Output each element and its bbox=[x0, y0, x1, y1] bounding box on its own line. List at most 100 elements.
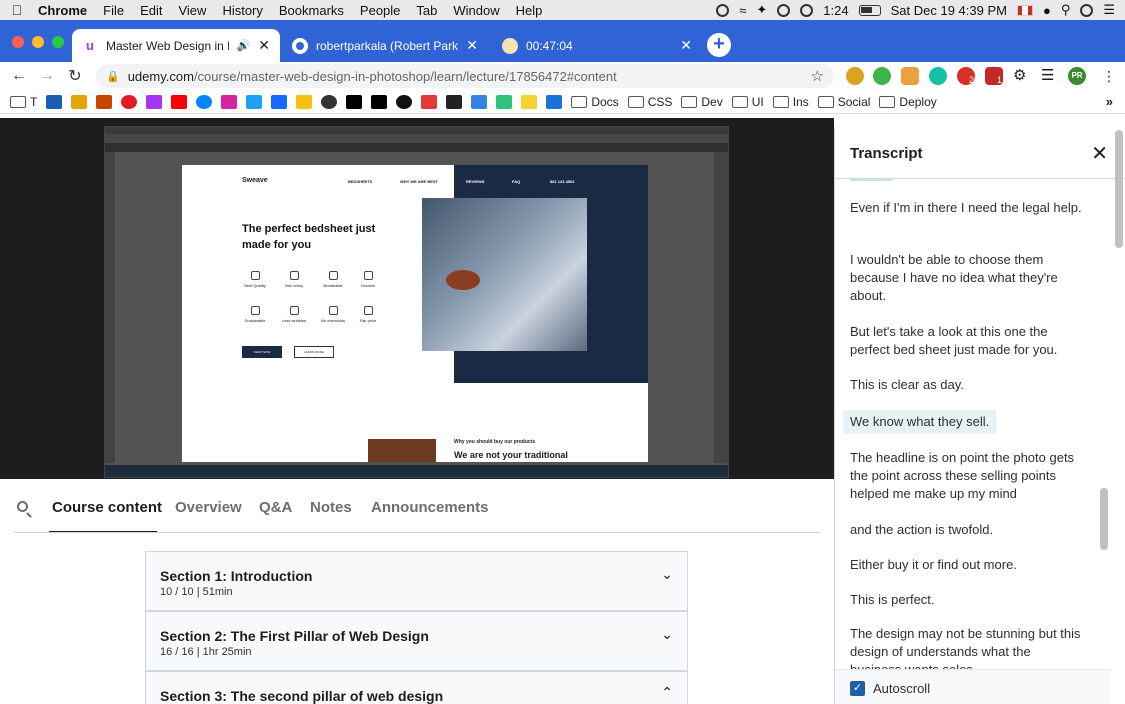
bookmark-folder-docs[interactable]: Docs bbox=[571, 95, 619, 109]
section-accordion[interactable]: Section 3: The second pillar of web desi… bbox=[145, 671, 688, 704]
transcript-cue[interactable]: Even if I'm in there I need the legal he… bbox=[843, 196, 1091, 220]
bookmark-folder-css[interactable]: CSS bbox=[627, 95, 672, 109]
input-source-flag-icon[interactable] bbox=[1016, 4, 1033, 16]
bookmark-icon-15[interactable] bbox=[396, 94, 413, 109]
bookmark-icon-10[interactable] bbox=[271, 94, 288, 109]
bookmark-icon-14[interactable] bbox=[371, 94, 388, 109]
bookmark-folder-ui[interactable]: UI bbox=[731, 95, 764, 109]
bookmark-icon-7[interactable] bbox=[196, 94, 213, 109]
bookmark-folder-deploy[interactable]: Deploy bbox=[879, 95, 937, 109]
lock-icon[interactable]: 🔒 bbox=[106, 70, 120, 83]
notification-center-icon[interactable]: ☰ bbox=[1103, 2, 1115, 18]
bookmark-icon-21[interactable] bbox=[546, 94, 563, 109]
bookmark-icon-1[interactable] bbox=[46, 94, 63, 109]
creative-cloud-icon[interactable] bbox=[716, 3, 730, 17]
menubar-clock[interactable]: Sat Dec 19 4:39 PM bbox=[891, 3, 1007, 18]
bookmark-icon-19[interactable] bbox=[496, 94, 513, 109]
bookmark-icon-18[interactable] bbox=[471, 94, 488, 109]
reading-list-icon[interactable]: ☰ bbox=[1041, 67, 1059, 85]
menu-app-name[interactable]: Chrome bbox=[34, 3, 95, 18]
timer-icon[interactable] bbox=[800, 3, 814, 17]
tab-audio-icon[interactable]: 🔊 bbox=[237, 39, 251, 52]
transcript-cue[interactable]: Either buy it or find out more. bbox=[843, 553, 1091, 577]
bluetooth-icon[interactable]: ✦ bbox=[756, 2, 767, 18]
new-tab-button[interactable]: + bbox=[707, 33, 731, 57]
close-tab-icon[interactable]: ✕ bbox=[680, 37, 692, 54]
bookmark-icon-12[interactable] bbox=[321, 94, 338, 109]
extension-color-icon[interactable] bbox=[873, 67, 891, 85]
transcript-cue[interactable]: This is clear as day. bbox=[843, 373, 1091, 397]
section-accordion[interactable]: Section 2: The First Pillar of Web Desig… bbox=[145, 611, 688, 671]
transcript-scrollbar[interactable] bbox=[1100, 488, 1108, 550]
menu-window[interactable]: Window bbox=[445, 3, 507, 18]
extension-eyedropper-icon[interactable] bbox=[901, 67, 919, 85]
tab-qa[interactable]: Q&A bbox=[259, 499, 292, 516]
tab-github[interactable]: robertparkala (Robert Parkala) ✕ bbox=[282, 29, 488, 62]
menu-people[interactable]: People bbox=[352, 3, 408, 18]
minimize-window-button[interactable] bbox=[32, 36, 44, 48]
menu-file[interactable]: File bbox=[95, 3, 132, 18]
extensions-puzzle-icon[interactable]: ⚙ bbox=[1013, 67, 1031, 85]
bookmark-icon-16[interactable] bbox=[421, 94, 438, 109]
menu-help[interactable]: Help bbox=[508, 3, 551, 18]
transcript-cue[interactable]: The headline is on point the photo gets … bbox=[843, 446, 1091, 506]
chevron-down-icon[interactable]: ⌄ bbox=[661, 626, 673, 643]
extension-calendar-icon[interactable]: 1 bbox=[985, 67, 1003, 85]
bookmark-folder-social[interactable]: Social bbox=[817, 95, 870, 109]
chrome-menu-icon[interactable]: ⋮ bbox=[1100, 67, 1118, 85]
transcript-cue-active[interactable]: We know what they sell. bbox=[843, 410, 997, 434]
page-scrollbar[interactable] bbox=[1115, 130, 1123, 248]
transcript-body[interactable]: Even if I'm in there I need the legal he… bbox=[835, 179, 1111, 669]
battery-icon[interactable] bbox=[858, 4, 881, 16]
extension-grammarly-icon[interactable] bbox=[929, 67, 947, 85]
bookmark-folder-dev[interactable]: Dev bbox=[681, 95, 723, 109]
video-player[interactable]: Sweave BEDSHEETS WHY WE ARE BEST REVIEWS… bbox=[0, 118, 834, 479]
tab-course-content[interactable]: Course content bbox=[52, 499, 162, 516]
bookmarks-overflow-button[interactable]: » bbox=[1106, 94, 1113, 109]
siri-icon[interactable] bbox=[1080, 3, 1094, 17]
transcript-cue[interactable]: I wouldn't be able to choose them becaus… bbox=[843, 248, 1091, 308]
bookmark-icon-13[interactable] bbox=[346, 94, 363, 109]
fullscreen-window-button[interactable] bbox=[52, 36, 64, 48]
bookmark-icon-17[interactable] bbox=[446, 94, 463, 109]
bookmark-icon-6[interactable] bbox=[171, 94, 188, 109]
menu-tab[interactable]: Tab bbox=[408, 3, 445, 18]
bookmark-t[interactable]: T bbox=[10, 95, 37, 109]
transcript-cue[interactable]: and the action is twofold. bbox=[843, 518, 1091, 542]
bookmark-icon-9[interactable] bbox=[246, 94, 263, 109]
transcript-cue[interactable]: But let's take a look at this one the pe… bbox=[843, 320, 1091, 362]
user-icon[interactable]: ● bbox=[1043, 3, 1051, 18]
timer-readout[interactable]: 1:24 bbox=[823, 3, 848, 18]
tab-udemy[interactable]: u Master Web Design in Pho 🔊 ✕ bbox=[72, 29, 280, 62]
search-icon[interactable] bbox=[17, 501, 28, 512]
tab-overview[interactable]: Overview bbox=[175, 499, 242, 516]
apple-icon[interactable]:  bbox=[0, 2, 34, 18]
menu-edit[interactable]: Edit bbox=[132, 3, 170, 18]
tab-announcements[interactable]: Announcements bbox=[371, 499, 489, 516]
extension-bug-icon[interactable] bbox=[846, 67, 864, 85]
back-arrow-icon[interactable]: ← bbox=[5, 67, 33, 85]
bookmark-icon-20[interactable] bbox=[521, 94, 538, 109]
forward-arrow-icon[interactable]: → bbox=[33, 67, 61, 85]
bookmark-folder-ins[interactable]: Ins bbox=[772, 95, 809, 109]
bookmark-star-icon[interactable]: ☆ bbox=[811, 67, 824, 85]
spotlight-search-icon[interactable]: ⚲ bbox=[1061, 2, 1071, 18]
close-tab-icon[interactable]: ✕ bbox=[466, 37, 478, 54]
chevron-up-icon[interactable]: ⌃ bbox=[661, 684, 673, 701]
extension-badge-icon[interactable]: 2 bbox=[957, 67, 975, 85]
close-window-button[interactable] bbox=[12, 36, 24, 48]
tab-notes[interactable]: Notes bbox=[310, 499, 352, 516]
chevron-down-icon[interactable]: ⌄ bbox=[661, 566, 673, 583]
wifi-icon[interactable]: ≈ bbox=[739, 3, 746, 18]
tab-timer[interactable]: 00:47:04 ✕ bbox=[492, 29, 702, 62]
transcript-cue[interactable]: This is perfect. bbox=[843, 588, 1091, 612]
reload-icon[interactable]: ↻ bbox=[61, 66, 89, 86]
close-icon[interactable]: ✕ bbox=[1091, 141, 1108, 166]
profile-avatar[interactable]: PR bbox=[1068, 67, 1086, 85]
autoscroll-checkbox[interactable]: ✓ bbox=[850, 681, 865, 696]
bookmark-icon-8[interactable] bbox=[221, 94, 238, 109]
menu-view[interactable]: View bbox=[170, 3, 214, 18]
bookmark-icon-5[interactable] bbox=[146, 94, 163, 109]
transcript-cue[interactable]: The design may not be stunning but this … bbox=[843, 622, 1091, 669]
close-tab-icon[interactable]: ✕ bbox=[258, 37, 270, 54]
